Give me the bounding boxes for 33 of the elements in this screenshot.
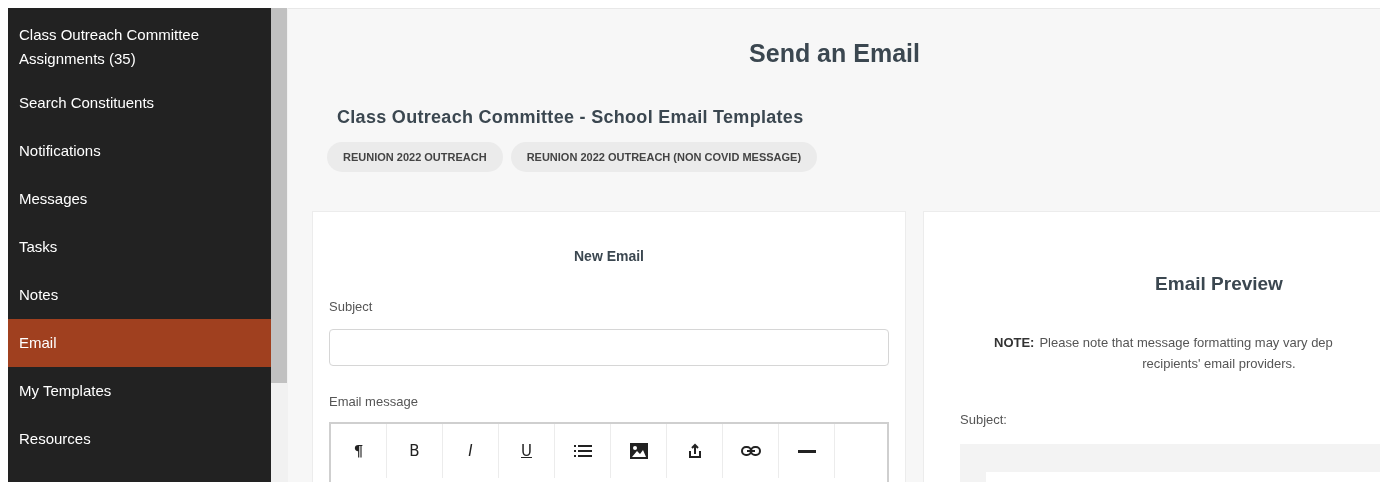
field-label: Subject xyxy=(329,298,374,316)
sidebar-item[interactable]: Notes xyxy=(8,271,271,319)
sidebar-item[interactable]: Messages xyxy=(8,175,271,223)
note-text: recipients' email providers. xyxy=(1142,354,1296,373)
sidebar-item[interactable]: Tasks xyxy=(8,223,271,271)
sidebar-item[interactable]: Class Outreach Committee Assignments (35) xyxy=(8,8,271,79)
sidebar-item[interactable]: Notifications xyxy=(8,127,271,175)
sidebar-item[interactable]: Search Constituents xyxy=(8,79,271,127)
sidebar-item[interactable]: Resources xyxy=(8,415,271,463)
toolbar-button[interactable]: U xyxy=(499,424,555,478)
toolbar-button[interactable]: ¶ xyxy=(331,424,387,478)
sidebar-item[interactable]: Email xyxy=(8,319,271,367)
scrollbar[interactable] xyxy=(271,8,288,482)
page-title: Send an Email xyxy=(748,38,921,67)
toolbar-button[interactable]: I xyxy=(443,424,499,478)
field-label: Email message xyxy=(329,392,419,411)
note-text: NOTE: Please note that message formatting may vary dep xyxy=(994,333,1333,352)
horizontal-rule-icon xyxy=(797,449,816,453)
field-label: Subject: xyxy=(960,410,1008,429)
card-title: Email Preview xyxy=(1154,272,1284,296)
upload-icon xyxy=(686,443,703,459)
card-title: New Email xyxy=(573,247,645,266)
message-editor[interactable]: ¶ B I U xyxy=(329,422,889,482)
link-icon xyxy=(740,446,761,456)
scrollbar-thumb[interactable] xyxy=(271,8,287,383)
toolbar-button[interactable]: B xyxy=(387,424,443,478)
sidebar-item[interactable]: My Templates xyxy=(8,367,271,415)
list-icon xyxy=(573,444,592,458)
section-heading: Class Outreach Committee - School Email Templates xyxy=(337,106,805,129)
template-chip[interactable]: REUNION 2022 OUTREACH xyxy=(327,142,503,172)
subject-field[interactable] xyxy=(329,328,889,366)
template-chip[interactable]: REUNION 2022 OUTREACH (NON COVID MESSAGE) xyxy=(510,142,818,172)
image-icon xyxy=(629,443,648,459)
